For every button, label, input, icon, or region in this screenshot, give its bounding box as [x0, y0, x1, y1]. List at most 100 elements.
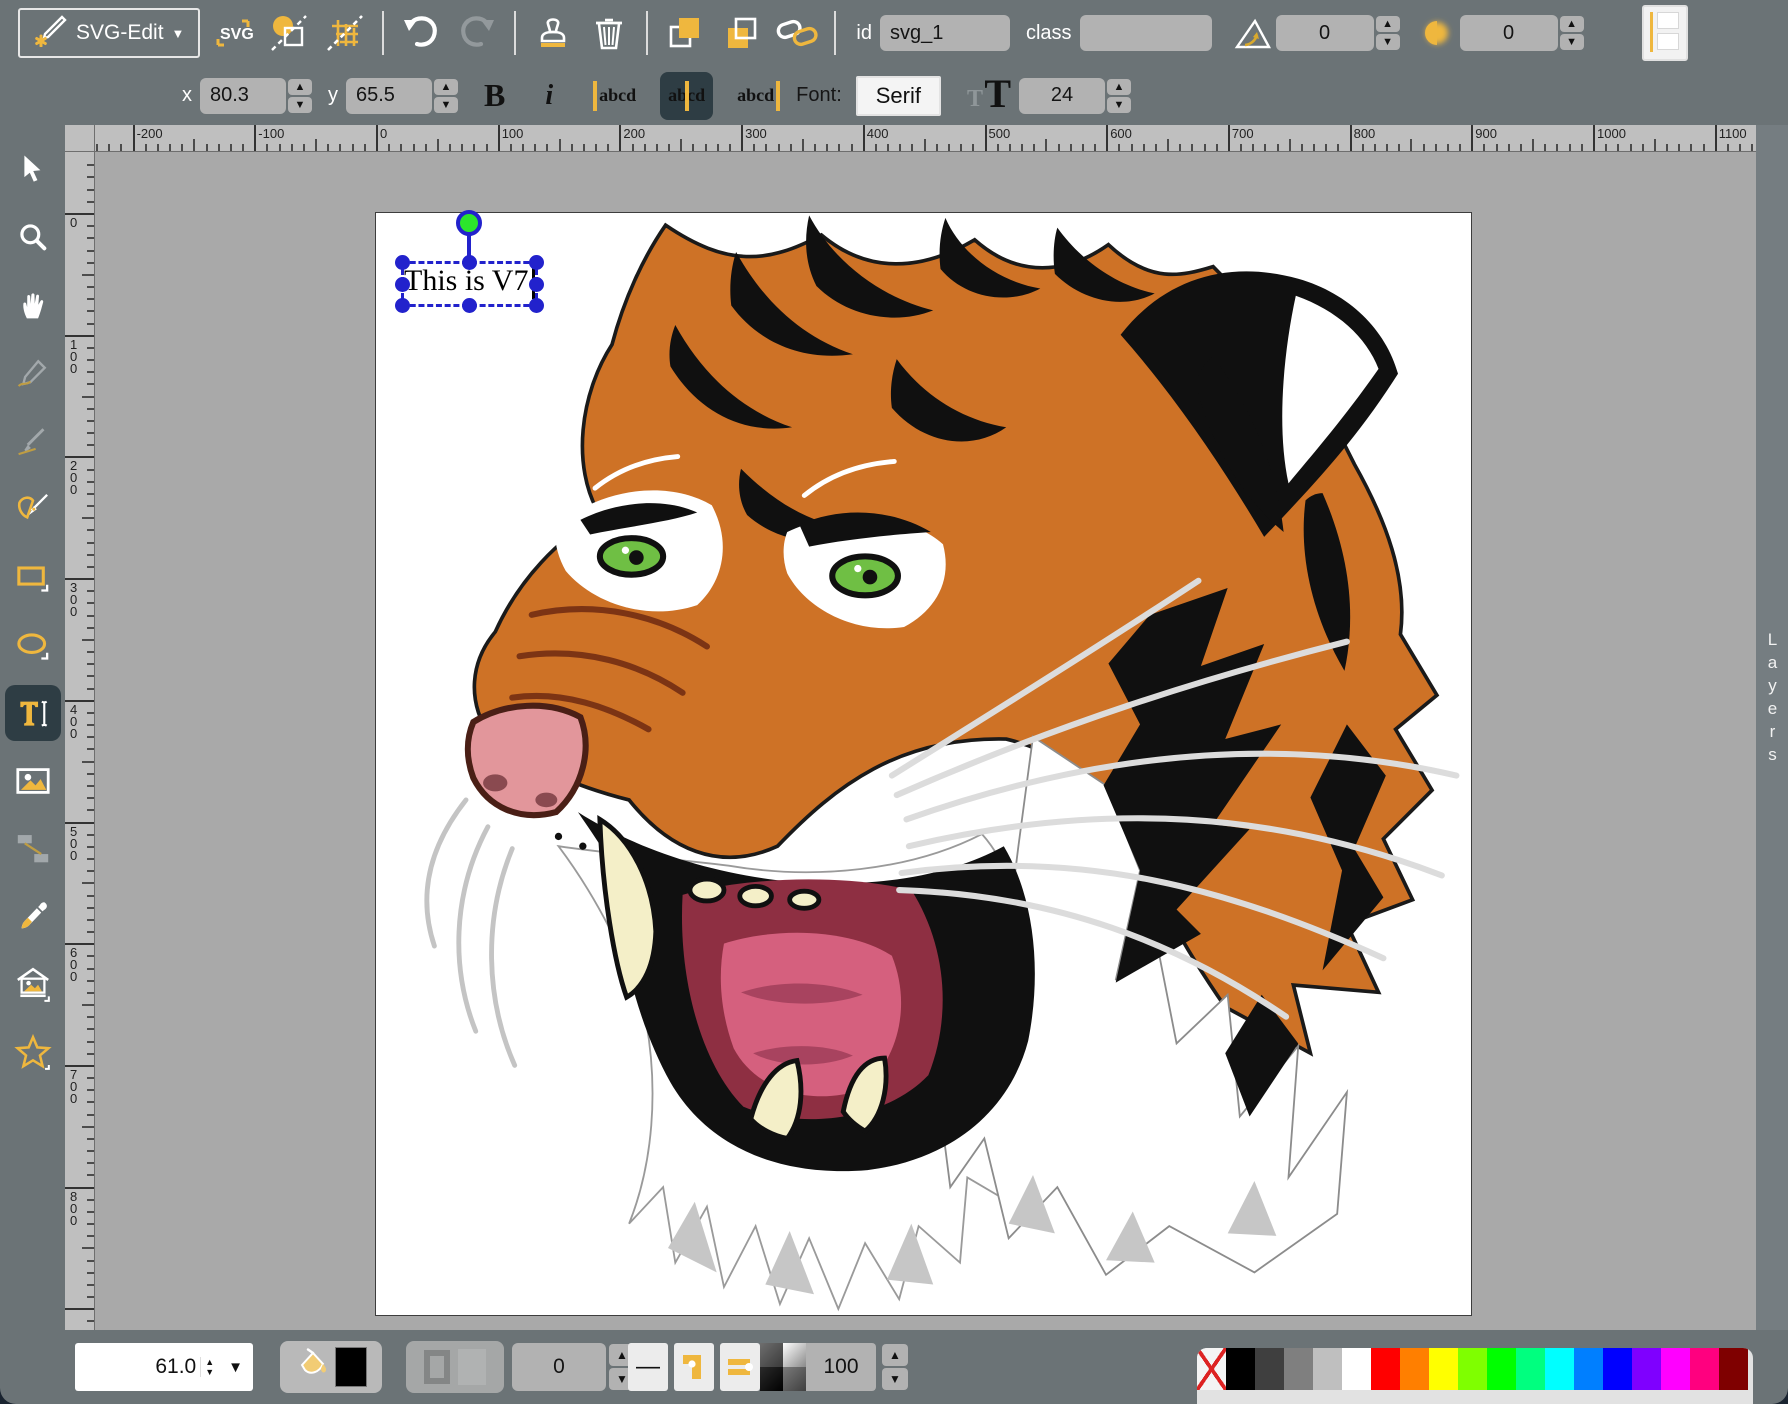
tool-select[interactable] [5, 141, 61, 197]
palette-swatch[interactable] [1632, 1348, 1661, 1390]
text-anchor-middle-button[interactable]: abcd [660, 72, 713, 120]
font-size-input[interactable] [1019, 78, 1105, 114]
source-editor-button[interactable]: SVG [210, 10, 256, 56]
document-properties-button[interactable] [266, 10, 312, 56]
palette-swatch-none[interactable] [1197, 1348, 1226, 1390]
bold-button[interactable]: B [484, 77, 505, 114]
tool-eyedropper[interactable] [5, 889, 61, 945]
class-input[interactable] [1080, 15, 1212, 51]
editor-preferences-button[interactable] [322, 10, 368, 56]
palette-swatch[interactable] [1226, 1348, 1255, 1390]
palette-swatch[interactable] [1429, 1348, 1458, 1390]
italic-button[interactable]: i [545, 80, 553, 112]
layers-panel-toggle[interactable]: Layers [1756, 125, 1788, 1330]
selection-box[interactable] [401, 261, 538, 307]
color-palette [1197, 1348, 1753, 1404]
stroke-color-control[interactable] [406, 1341, 504, 1393]
angle-spinner[interactable]: ▲▼ [1376, 15, 1400, 51]
stroke-linejoin-button[interactable] [674, 1343, 714, 1391]
blur-spinner[interactable]: ▲▼ [1560, 15, 1584, 51]
move-to-front-button[interactable] [662, 10, 708, 56]
y-input[interactable] [346, 78, 432, 114]
palette-swatch[interactable] [1284, 1348, 1313, 1390]
resize-handle-w[interactable] [395, 277, 410, 292]
fill-color-control[interactable] [280, 1341, 382, 1393]
opacity-gradient-icon[interactable] [760, 1343, 806, 1391]
text-anchor-start-button[interactable]: abcd [587, 72, 644, 120]
fill-color-swatch [335, 1347, 367, 1387]
resize-handle-nw[interactable] [395, 255, 410, 270]
tool-pan[interactable] [5, 277, 61, 333]
ruler-label: 6 0 0 [70, 947, 77, 983]
tool-line[interactable] [5, 413, 61, 469]
tool-shape-library[interactable] [5, 957, 61, 1013]
rotate-grip[interactable] [456, 210, 482, 236]
text-anchor-end-button[interactable]: abcd [729, 72, 786, 120]
tool-ellipse[interactable] [5, 617, 61, 673]
zoom-control[interactable]: 61.0 ▲▼ ▼ [75, 1343, 253, 1391]
angle-input[interactable] [1276, 15, 1374, 51]
tool-text[interactable] [5, 685, 61, 741]
palette-swatch[interactable] [1574, 1348, 1603, 1390]
id-input[interactable] [880, 15, 1010, 51]
resize-handle-n[interactable] [462, 255, 477, 270]
resize-handle-se[interactable] [529, 298, 544, 313]
make-link-button[interactable] [774, 10, 820, 56]
svg-document[interactable] [376, 213, 1471, 1315]
panel-swatch [1658, 34, 1678, 49]
redo-button[interactable] [454, 10, 500, 56]
x-spinner[interactable]: ▲▼ [288, 78, 312, 114]
palette-swatch[interactable] [1371, 1348, 1400, 1390]
palette-swatch[interactable] [1400, 1348, 1429, 1390]
panel-toggle[interactable] [1642, 5, 1688, 61]
move-to-back-button[interactable] [718, 10, 764, 56]
canvas-region[interactable]: This is V7 [95, 152, 1756, 1330]
tool-rectangle[interactable] [5, 549, 61, 605]
menu-caret-icon: ▼ [172, 26, 185, 41]
ruler-label: 5 0 0 [70, 826, 77, 862]
zoom-spinner[interactable]: ▲▼ [200, 1357, 218, 1377]
x-input[interactable] [200, 78, 286, 114]
tool-pencil[interactable] [5, 345, 61, 401]
palette-swatch[interactable] [1342, 1348, 1371, 1390]
clone-stamp-button[interactable] [530, 10, 576, 56]
tool-image[interactable] [5, 753, 61, 809]
y-spinner[interactable]: ▲▼ [434, 78, 458, 114]
font-size-icon: T T [967, 76, 1011, 116]
resize-handle-sw[interactable] [395, 298, 410, 313]
tool-zoom[interactable] [5, 209, 61, 265]
stroke-width-input[interactable] [512, 1343, 606, 1391]
resize-handle-e[interactable] [529, 277, 544, 292]
palette-swatch[interactable] [1313, 1348, 1342, 1390]
palette-swatch[interactable] [1516, 1348, 1545, 1390]
undo-button[interactable] [398, 10, 444, 56]
tool-path[interactable] [5, 481, 61, 537]
delete-button[interactable] [586, 10, 632, 56]
palette-swatch[interactable] [1661, 1348, 1690, 1390]
palette-swatch[interactable] [1255, 1348, 1284, 1390]
tiger-drawing[interactable] [376, 213, 1471, 1315]
tools-sidebar [0, 125, 65, 1330]
blur-input[interactable] [1460, 15, 1558, 51]
palette-swatch[interactable] [1458, 1348, 1487, 1390]
logo-pencil-icon [34, 13, 68, 53]
ruler-label: 200 [623, 126, 645, 141]
tool-star[interactable] [5, 1025, 61, 1081]
palette-swatch[interactable] [1719, 1348, 1748, 1390]
palette-swatch[interactable] [1545, 1348, 1574, 1390]
anchor-middle-mark [685, 81, 689, 111]
resize-handle-s[interactable] [462, 298, 477, 313]
font-size-spinner[interactable]: ▲▼ [1107, 78, 1131, 114]
opacity-value[interactable]: 100 [806, 1343, 876, 1391]
palette-swatch[interactable] [1690, 1348, 1719, 1390]
resize-handle-ne[interactable] [529, 255, 544, 270]
font-family-button[interactable]: Serif [856, 76, 941, 116]
palette-swatch[interactable] [1487, 1348, 1516, 1390]
zoom-dropdown-icon[interactable]: ▼ [218, 1359, 253, 1376]
stroke-dash-button[interactable]: — [628, 1343, 668, 1391]
opacity-spinner[interactable]: ▲▼ [882, 1343, 908, 1391]
stroke-linecap-button[interactable] [720, 1343, 760, 1391]
main-menu-button[interactable]: SVG-Edit ▼ [18, 8, 200, 58]
palette-swatch[interactable] [1603, 1348, 1632, 1390]
tool-connector[interactable] [5, 821, 61, 877]
